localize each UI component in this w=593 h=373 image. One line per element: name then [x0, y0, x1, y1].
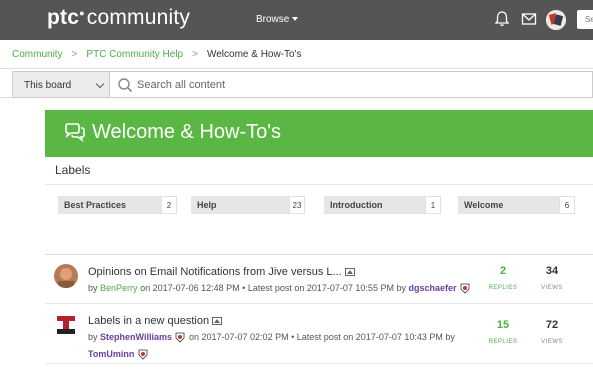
label-count: 2 — [161, 196, 177, 214]
replies-count: 15 REPLIES — [483, 319, 523, 345]
label-name: Best Practices — [58, 196, 161, 214]
latest-post-text: Latest post on 2017-07-07 10:43 PM by — [296, 332, 455, 342]
label-count: 1 — [425, 196, 441, 214]
top-navigation-bar: ptc●community Browse Se — [0, 0, 593, 40]
by-text: by — [88, 283, 98, 293]
views-number: 34 — [545, 265, 559, 277]
breadcrumb-separator: > — [192, 49, 198, 60]
label-count: 23 — [289, 196, 305, 214]
user-avatar[interactable] — [546, 10, 566, 30]
bell-icon[interactable] — [493, 10, 511, 28]
ptc-community-logo[interactable]: ptc●community — [47, 6, 190, 30]
posted-date: on 2017-07-06 12:48 PM — [140, 283, 240, 293]
replies-label: REPLIES — [488, 285, 518, 291]
logo-ptc-text: ptc — [47, 6, 80, 29]
breadcrumb-ptc-community-help[interactable]: PTC Community Help — [86, 49, 183, 60]
breadcrumb: Community > PTC Community Help > Welcome & H… — [12, 49, 302, 60]
message-row: Labels in a new question by StephenWilli… — [45, 304, 593, 364]
rank-badge-icon — [460, 283, 470, 294]
message-list: Opinions on Email Notifications from Jiv… — [45, 254, 593, 364]
image-attachment-icon — [212, 317, 223, 326]
breadcrumb-current-page: Welcome & How-To's — [206, 49, 302, 60]
latest-post-text: Latest post on 2017-07-07 10:55 PM by — [247, 283, 406, 293]
author-avatar[interactable] — [54, 264, 78, 288]
caret-down-icon — [292, 17, 299, 22]
rank-badge-icon — [176, 332, 185, 343]
message-row: Opinions on Email Notifications from Jiv… — [45, 255, 593, 304]
mail-icon[interactable] — [520, 10, 538, 28]
message-subject-text[interactable]: Labels in a new question — [88, 315, 209, 327]
logo-community-text: community — [86, 6, 191, 29]
by-text: by — [88, 332, 98, 342]
message-meta: by StephenWilliams on 2017-07-07 02:02 P… — [88, 332, 455, 343]
separator-dot: • — [242, 283, 246, 293]
logo-dot-icon: ● — [79, 8, 85, 18]
message-meta-continued: TomUminn — [88, 349, 149, 360]
latest-author-link[interactable]: dgschaefer — [408, 283, 456, 293]
rank-badge-icon — [138, 349, 148, 360]
label-name: Help — [191, 196, 289, 214]
breadcrumb-community[interactable]: Community — [12, 49, 63, 60]
label-count: 6 — [559, 196, 575, 214]
views-number: 72 — [545, 319, 559, 331]
labels-heading: Labels — [55, 163, 91, 177]
search-scope-label: This board — [24, 80, 72, 91]
search-icon[interactable] — [117, 77, 133, 93]
author-avatar[interactable] — [54, 313, 78, 337]
search-field — [110, 71, 593, 98]
labels-heading-row: Labels — [45, 157, 593, 185]
message-subject[interactable]: Labels in a new question — [88, 315, 223, 327]
message-meta: by BenPerry on 2017-07-06 12:48 PM • Lat… — [88, 283, 471, 294]
image-attachment-icon — [344, 268, 355, 277]
author-link[interactable]: BenPerry — [100, 283, 138, 293]
views-count: 72 VIEWS — [532, 319, 572, 345]
board-header-banner: Welcome & How-To's — [45, 110, 593, 157]
browse-menu-button[interactable]: Browse — [256, 14, 299, 25]
label-name: Introduction — [324, 196, 425, 214]
replies-number: 15 — [496, 319, 510, 331]
search-scope-dropdown[interactable]: This board — [12, 71, 110, 98]
header-search-input[interactable]: Se — [577, 10, 593, 29]
views-label: VIEWS — [541, 339, 563, 345]
search-bar-row: This board — [0, 68, 593, 98]
browse-label: Browse — [256, 14, 290, 25]
message-subject[interactable]: Opinions on Email Notifications from Jiv… — [88, 266, 355, 278]
posted-date: on 2017-07-07 02:02 PM — [189, 332, 289, 342]
replies-count: 2 REPLIES — [483, 265, 523, 291]
separator-dot: • — [291, 332, 295, 342]
views-label: VIEWS — [541, 285, 563, 291]
label-name: Welcome — [458, 196, 559, 214]
replies-number: 2 — [499, 265, 507, 277]
message-subject-text[interactable]: Opinions on Email Notifications from Jiv… — [88, 266, 342, 278]
conversation-icon — [65, 123, 85, 143]
breadcrumb-separator: > — [71, 49, 78, 60]
board-title: Welcome & How-To's — [92, 121, 282, 143]
author-link[interactable]: StephenWilliams — [100, 332, 172, 342]
chevron-down-icon — [95, 79, 105, 89]
search-input[interactable] — [137, 76, 577, 94]
replies-label: REPLIES — [488, 339, 518, 345]
latest-author-link[interactable]: TomUminn — [88, 349, 134, 359]
views-count: 34 VIEWS — [532, 265, 572, 291]
